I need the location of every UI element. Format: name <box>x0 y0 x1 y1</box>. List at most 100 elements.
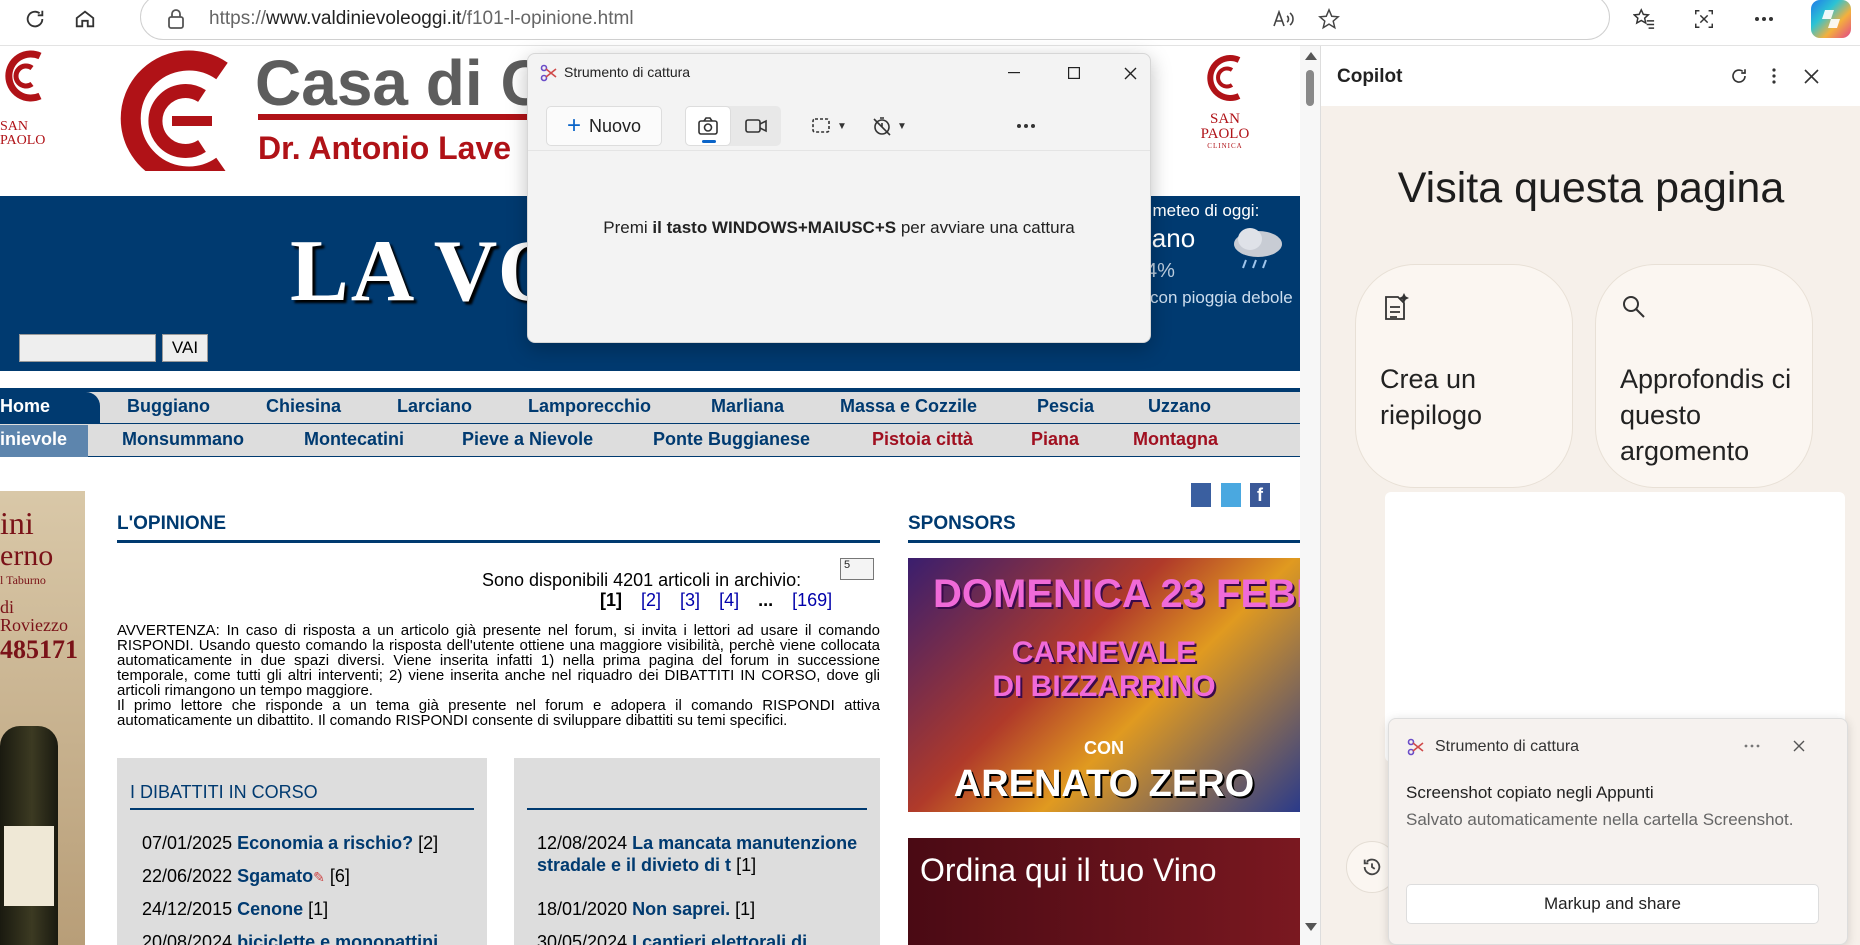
screenshot-mode-camera-icon[interactable] <box>685 106 731 146</box>
archive-pagination: [1] [2] [3] [4] ... [169] <box>600 590 846 611</box>
more-icon[interactable] <box>1747 2 1781 36</box>
explore-topic-card-label: Approfondis ci questo argomento <box>1620 364 1792 466</box>
dibattiti-heading: I DIBATTITI IN CORSO <box>130 782 318 802</box>
clinic-logo <box>112 46 237 187</box>
video-mode-icon[interactable] <box>733 106 779 146</box>
scroll-thumb[interactable] <box>1306 70 1314 106</box>
page-3[interactable]: [3] <box>680 590 700 610</box>
site-search-input[interactable] <box>19 334 156 362</box>
search-icon <box>1620 293 1648 324</box>
facebook-icon[interactable]: f <box>1249 482 1271 508</box>
nav-monsummano[interactable]: Monsummano <box>122 429 244 450</box>
nav-ponte-buggianese[interactable]: Ponte Buggianese <box>653 429 810 450</box>
sponsors-rule <box>908 540 1300 543</box>
nav-buggiano[interactable]: Buggiano <box>127 396 210 417</box>
list-item[interactable]: 22/06/2022 Sgamato✎ [6] <box>142 865 350 888</box>
sponsors-heading: SPONSORS <box>908 513 1016 534</box>
toast-app-name: Strumento di cattura <box>1435 738 1580 755</box>
page-4[interactable]: [4] <box>719 590 739 610</box>
rain-cloud-icon <box>1228 224 1288 277</box>
lock-icon[interactable] <box>167 9 185 32</box>
forum-warning: AVVERTENZA: In caso di risposta a un art… <box>117 622 880 729</box>
scroll-down-arrow[interactable] <box>1305 923 1317 931</box>
explore-topic-card[interactable]: Approfondis ci questo argomento <box>1595 264 1813 488</box>
favorites-icon[interactable] <box>1627 2 1661 36</box>
nav-montecatini[interactable]: Montecatini <box>304 429 404 450</box>
see-more-icon[interactable] <box>1016 106 1036 146</box>
chevron-down-icon: ▼ <box>837 120 847 132</box>
new-capture-button[interactable]: + Nuovo <box>546 106 662 146</box>
close-button[interactable] <box>1110 58 1150 88</box>
capture-instructions: Premi il tasto WINDOWS+MAIUSC+S per avvi… <box>603 218 1075 237</box>
summary-card-label: Crea un riepilogo <box>1380 364 1483 430</box>
nav-chiesina[interactable]: Chiesina <box>266 396 341 417</box>
meteo-place[interactable]: iano <box>1146 223 1195 254</box>
nav-montagna[interactable]: Montagna <box>1133 429 1218 450</box>
wine-order-sponsor-banner[interactable]: Ordina qui il tuo Vino <box>908 838 1300 945</box>
refresh-icon[interactable] <box>1723 60 1755 92</box>
refresh-icon[interactable] <box>18 2 52 36</box>
list-item[interactable]: 07/01/2025 Economia a rischio? [2] <box>142 832 438 854</box>
recent-articles-box: 12/08/2024 La mancata manutenzione strad… <box>514 758 880 945</box>
meteo-label: i meteo di oggi: <box>1144 201 1260 220</box>
page-2[interactable]: [2] <box>641 590 661 610</box>
snipping-tool-title: Strumento di cattura <box>564 64 691 80</box>
nav-larciano[interactable]: Larciano <box>397 396 472 417</box>
list-item[interactable]: 30/05/2024 I cantieri elettorali di <box>537 931 807 945</box>
snipping-toolbar: + Nuovo ▼ ▼ <box>528 94 1150 151</box>
nav-lamporecchio[interactable]: Lamporecchio <box>528 396 651 417</box>
close-icon[interactable] <box>1795 60 1827 92</box>
page-169[interactable]: [169] <box>792 590 832 610</box>
nav-row-2: inievole Monsummano Montecatini Pieve a … <box>0 425 1300 457</box>
twitter-icon[interactable] <box>1220 482 1242 508</box>
nav-valdinievole-tab[interactable]: inievole <box>0 425 88 457</box>
nav-uzzano[interactable]: Uzzano <box>1148 396 1211 417</box>
wine-side-advert[interactable]: ini erno l Taburno di Roviezzo 485171 <box>0 491 85 945</box>
list-item[interactable]: 20/08/2024 biciclette e monopattini <box>142 931 438 945</box>
archive-count: Sono disponibili 4201 articoli in archiv… <box>482 570 802 590</box>
toast-close-icon[interactable] <box>1784 731 1814 761</box>
snipping-toast-notification[interactable]: Strumento di cattura Screenshot copiato … <box>1388 718 1848 945</box>
more-options-icon[interactable] <box>1758 60 1790 92</box>
scroll-up-arrow[interactable] <box>1305 52 1317 60</box>
list-item[interactable]: 24/12/2015 Cenone [1] <box>142 898 328 920</box>
toast-more-icon[interactable] <box>1737 731 1767 761</box>
favorite-star-icon[interactable] <box>1315 5 1343 33</box>
minimize-button[interactable] <box>994 58 1034 88</box>
left-clinic-seal: SAN PAOLO <box>0 46 50 166</box>
url-text[interactable]: https://www.valdinievoleoggi.it/f101-l-o… <box>209 8 634 30</box>
nav-row-1: Home Buggiano Chiesina Larciano Lamporec… <box>0 392 1300 424</box>
page-1[interactable]: [1] <box>600 590 622 610</box>
carnival-sponsor-banner[interactable]: DOMENICA 23 FEBBRAIO CARNEVALE DI BIZZAR… <box>908 558 1300 812</box>
nav-pistoia-citta[interactable]: Pistoia città <box>872 429 973 450</box>
snipping-tool-window: Strumento di cattura + Nuovo ▼ ▼ Premi i… <box>527 53 1151 343</box>
snip-shape-dropdown[interactable]: ▼ <box>811 106 847 146</box>
page-ellipsis: ... <box>758 590 774 610</box>
new-topic-envelope-icon[interactable]: 5 <box>840 558 874 580</box>
address-bar[interactable]: https://www.valdinievoleoggi.it/f101-l-o… <box>140 0 1610 40</box>
copilot-logo-icon[interactable] <box>1811 0 1851 38</box>
maximize-button[interactable] <box>1054 58 1094 88</box>
chevron-down-icon: ▼ <box>897 120 907 132</box>
timer-dropdown[interactable]: ▼ <box>871 106 907 146</box>
nav-massa-e-cozzile[interactable]: Massa e Cozzile <box>840 396 977 417</box>
page-scrollbar[interactable] <box>1300 46 1320 945</box>
right-clinic-seal: SAN PAOLO CLINICA <box>1190 52 1260 151</box>
nav-home-tab[interactable]: Home <box>0 392 100 424</box>
list-item[interactable]: 12/08/2024 La mancata manutenzione strad… <box>527 832 872 876</box>
nav-piana[interactable]: Piana <box>1031 429 1079 450</box>
read-aloud-icon[interactable] <box>1270 5 1298 33</box>
home-icon[interactable] <box>68 2 102 36</box>
nav-pieve-a-nievole[interactable]: Pieve a Nievole <box>462 429 593 450</box>
vai-button[interactable]: VAI <box>162 334 208 362</box>
social-icon-1[interactable] <box>1190 482 1212 508</box>
nav-marliana[interactable]: Marliana <box>711 396 784 417</box>
nav-pescia[interactable]: Pescia <box>1037 396 1094 417</box>
town-navigation: Home Buggiano Chiesina Larciano Lamporec… <box>0 388 1300 457</box>
list-item[interactable]: 18/01/2020 Non saprei. [1] <box>537 898 755 920</box>
summary-card[interactable]: Crea un riepilogo <box>1355 264 1573 488</box>
snipping-tool-icon <box>1407 738 1425 759</box>
markup-and-share-button[interactable]: Markup and share <box>1406 884 1819 924</box>
dibattiti-box: I DIBATTITI IN CORSO 07/01/2025 Economia… <box>117 758 487 945</box>
screenshot-icon[interactable] <box>1687 2 1721 36</box>
